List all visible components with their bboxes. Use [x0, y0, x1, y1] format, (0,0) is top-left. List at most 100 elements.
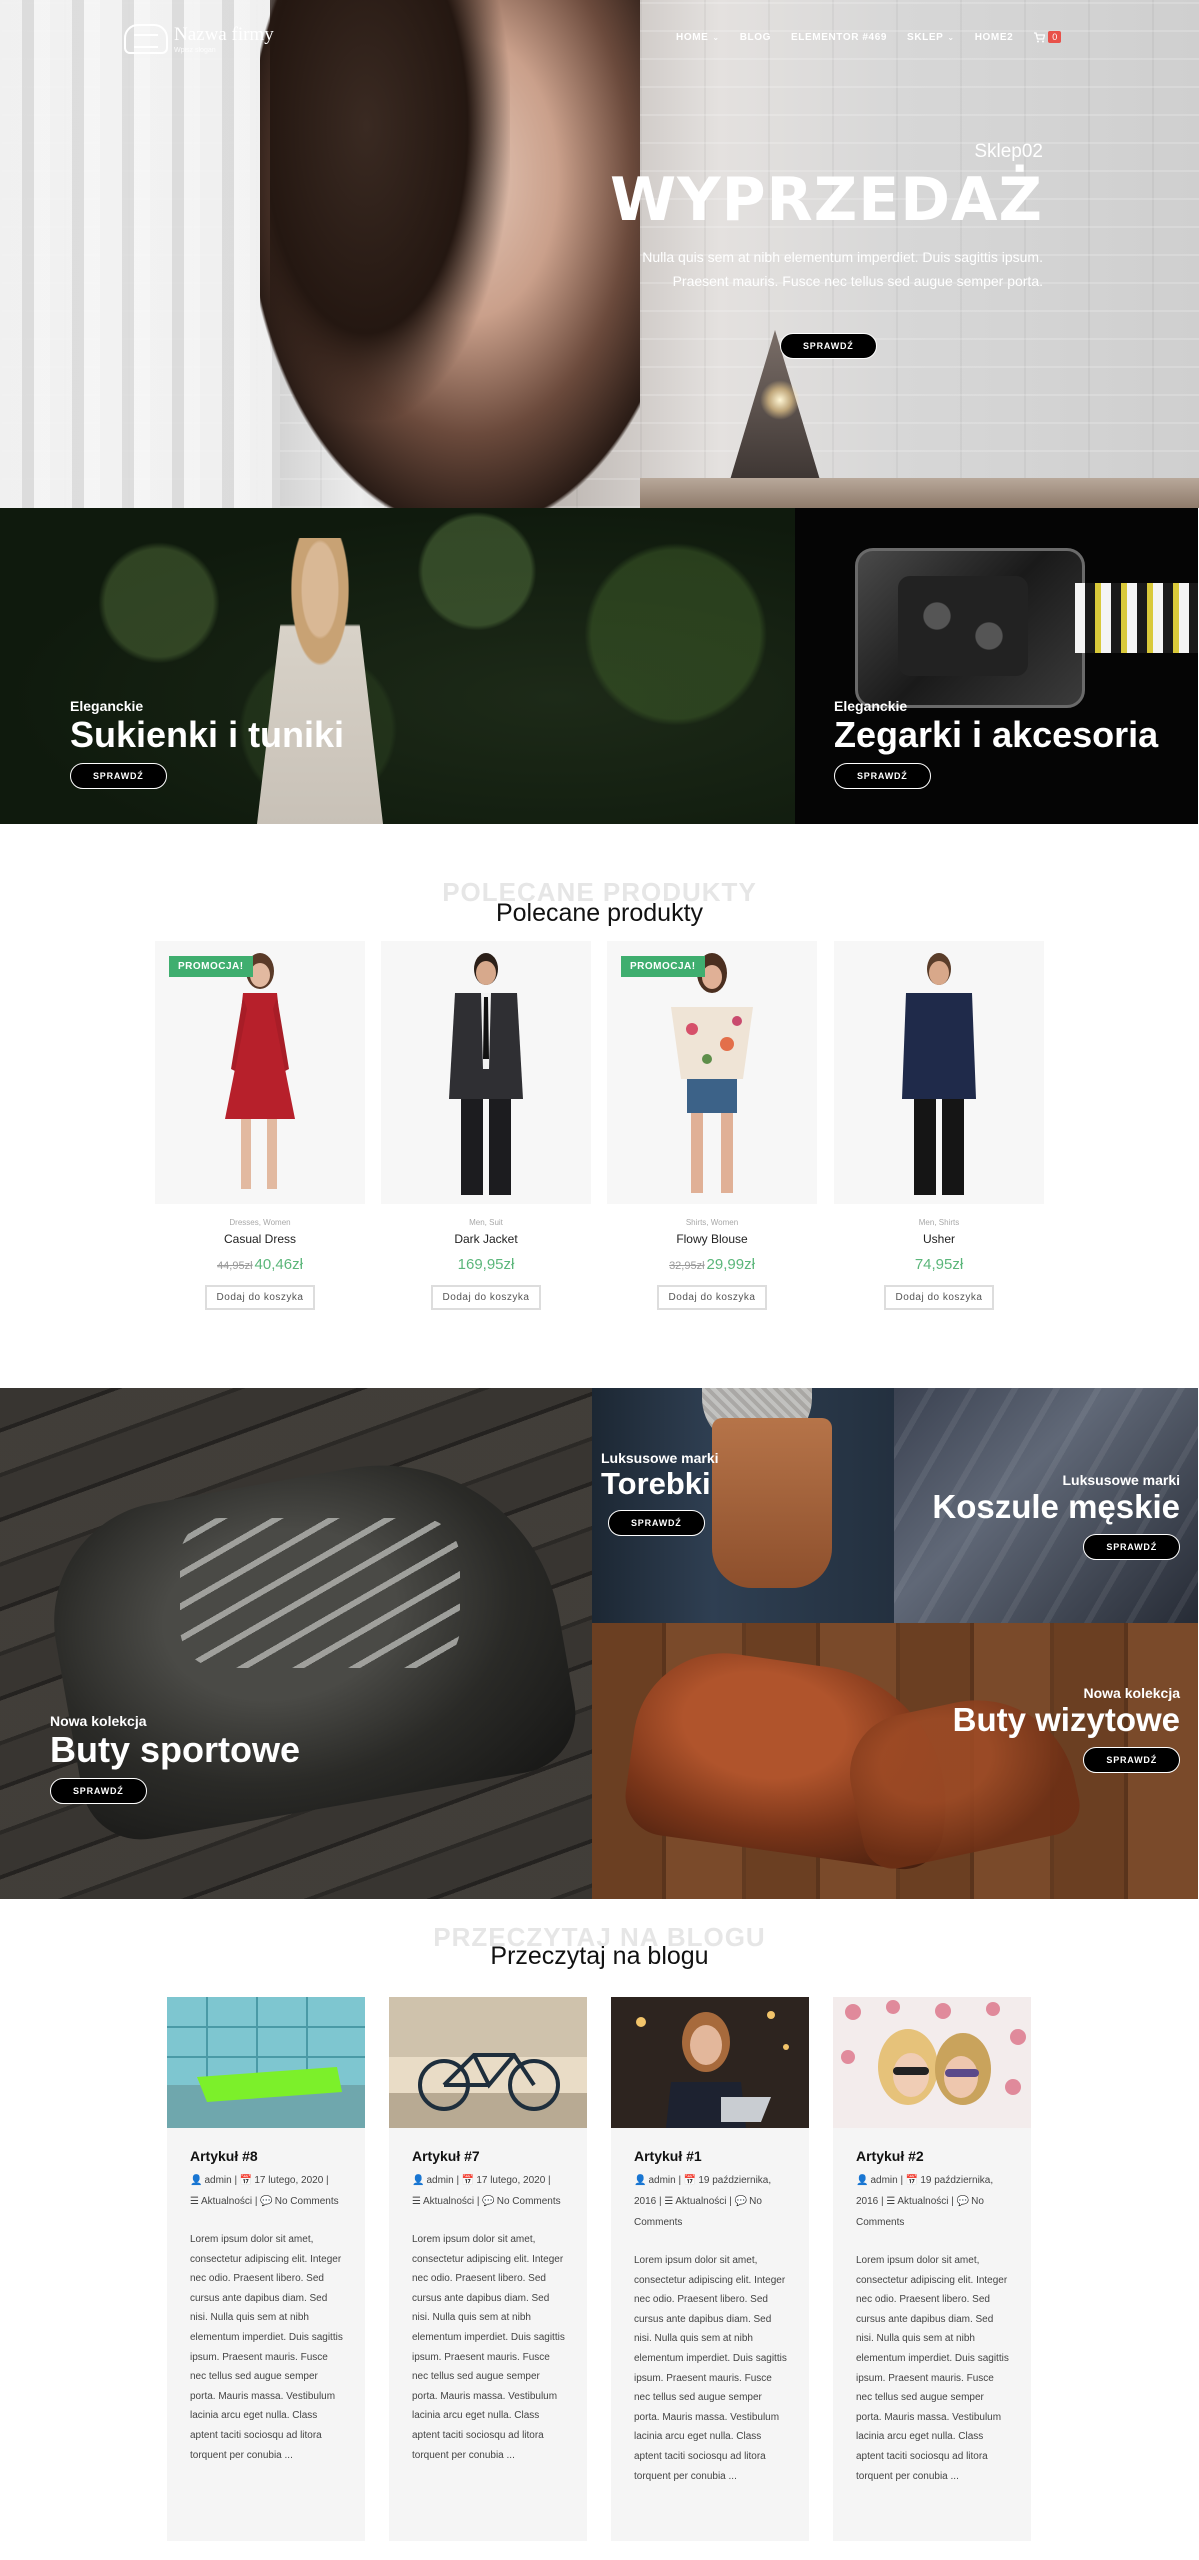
banner-button[interactable]: SPRAWDŹ [1083, 1746, 1180, 1773]
banner-button[interactable]: SPRAWDŹ [50, 1778, 147, 1805]
banner-bags[interactable]: Luksusowe marki Torebki SPRAWDŹ [592, 1388, 894, 1623]
green-bench-image [167, 1997, 365, 2128]
watch-strap-image [1075, 583, 1198, 653]
banner-caption: Nowa kolekcja Buty wizytowe SPRAWDŹ [953, 1685, 1180, 1773]
blog-post-card[interactable]: Artykuł #2 👤 admin | 📅 19 października, 20… [833, 1997, 1031, 2541]
banner-caption: Eleganckie Sukienki i tuniki SPRAWDŹ [70, 698, 345, 790]
post-comments[interactable]: No Comments [275, 2196, 339, 2207]
banner-shirts[interactable]: Luksusowe marki Koszule męskie SPRAWDŹ [894, 1388, 1198, 1623]
product-image[interactable] [381, 941, 591, 1204]
product-sale-price: 74,95zł [914, 1256, 964, 1273]
post-image[interactable] [167, 1997, 365, 2128]
woman-laptop-image [611, 1997, 809, 2128]
bicycle-image [389, 1997, 587, 2128]
product-image[interactable] [834, 941, 1044, 1204]
calendar-icon: 📅 [239, 2175, 253, 2186]
dark-jacket-image [449, 953, 523, 1195]
cart-count-badge: 0 [1048, 31, 1062, 43]
handbag-image [712, 1418, 832, 1588]
banner-subtitle: Eleganckie [70, 698, 144, 714]
product-price: 74,95zł [834, 1256, 1044, 1273]
nav-item-blog[interactable]: BLOG [740, 32, 771, 43]
post-category[interactable]: Aktualności [675, 2196, 726, 2207]
user-icon: 👤 [190, 2175, 203, 2186]
product-name[interactable]: Casual Dress [155, 1232, 365, 1246]
category-icon: ☰ [412, 2196, 421, 2207]
post-image[interactable] [389, 1997, 587, 2128]
banner-watches[interactable]: Eleganckie Zegarki i akcesoria SPRAWDŹ [795, 508, 1198, 824]
product-categories[interactable]: Shirts, Women [607, 1218, 817, 1227]
post-title[interactable]: Artykuł #7 [412, 2148, 565, 2164]
site-logo[interactable]: Nazwa firmy Wpisz slogan [124, 24, 274, 54]
banner-caption: Luksusowe marki Torebki SPRAWDŹ [601, 1450, 719, 1536]
post-category[interactable]: Aktualności [423, 2196, 474, 2207]
post-author[interactable]: admin [204, 2175, 231, 2186]
post-title[interactable]: Artykuł #8 [190, 2148, 343, 2164]
banner-caption: Nowa kolekcja Buty sportowe SPRAWDŹ [50, 1713, 300, 1805]
hero-lamp-glow [760, 380, 800, 420]
product-image[interactable]: PROMOCJA! [155, 941, 365, 1204]
product-categories[interactable]: Men, Shirts [834, 1218, 1044, 1227]
calendar-icon: 📅 [461, 2175, 475, 2186]
user-icon: 👤 [856, 2175, 869, 2186]
banner-sport-shoes[interactable]: Nowa kolekcja Buty sportowe SPRAWDŹ [0, 1388, 592, 1899]
post-title[interactable]: Artykuł #1 [634, 2148, 787, 2164]
post-image[interactable] [611, 1997, 809, 2128]
blog-post-card[interactable]: Artykuł #1 👤 admin | 📅 19 października, 20… [611, 1997, 809, 2541]
post-title[interactable]: Artykuł #2 [856, 2148, 1009, 2164]
product-categories[interactable]: Men, Suit [381, 1218, 591, 1227]
cart-button[interactable]: 0 [1033, 31, 1062, 43]
comment-icon: 💬 [734, 2196, 748, 2207]
nav-item-label: ELEMENTOR #469 [791, 31, 888, 43]
product-name[interactable]: Dark Jacket [381, 1232, 591, 1246]
product-name[interactable]: Usher [834, 1232, 1044, 1246]
nav-item-elementor[interactable]: ELEMENTOR #469 [791, 32, 887, 43]
banner-caption: Luksusowe marki Koszule męskie SPRAWDŹ [932, 1472, 1180, 1560]
add-to-cart-button[interactable]: Dodaj do koszyka [883, 1285, 995, 1310]
category-icon: ☰ [190, 2196, 199, 2207]
product-card[interactable]: Men, Shirts Usher 74,95zł Dodaj do koszy… [834, 941, 1044, 1310]
post-category[interactable]: Aktualności [897, 2196, 948, 2207]
blog-post-card[interactable]: Artykuł #8 👤 admin | 📅 17 lutego, 2020 | ☰… [167, 1997, 365, 2541]
product-sale-price: 29,99zł [706, 1256, 755, 1273]
product-name[interactable]: Flowy Blouse [607, 1232, 817, 1246]
banner-subtitle: Luksusowe marki [601, 1450, 719, 1466]
post-category[interactable]: Aktualności [201, 2196, 252, 2207]
product-sale-price: 169,95zł [457, 1256, 515, 1273]
banner-title: Sukienki i tuniki [70, 714, 345, 755]
category-icon: ☰ [664, 2196, 674, 2207]
banner-button[interactable]: SPRAWDŹ [834, 763, 931, 790]
product-image[interactable]: PROMOCJA! [607, 941, 817, 1204]
product-card[interactable]: PROMOCJA! Shirts, Women Flowy Blouse 32,… [607, 941, 817, 1310]
hero-cta-button[interactable]: SPRAWDŹ [780, 333, 877, 359]
post-comments[interactable]: No Comments [497, 2196, 561, 2207]
blog-post-card[interactable]: Artykuł #7 👤 admin | 📅 17 lutego, 2020 | ☰… [389, 1997, 587, 2541]
product-old-price: 32,95zł [669, 1260, 705, 1272]
post-author[interactable]: admin [648, 2175, 675, 2186]
banner-button[interactable]: SPRAWDŹ [70, 763, 167, 790]
product-card[interactable]: Men, Suit Dark Jacket 169,95zł Dodaj do … [381, 941, 591, 1310]
post-author[interactable]: admin [426, 2175, 453, 2186]
hero-model-hair [270, 0, 510, 420]
post-author[interactable]: admin [870, 2175, 897, 2186]
calendar-icon: 📅 [683, 2175, 697, 2186]
nav-item-home2[interactable]: HOME2 [975, 32, 1014, 43]
add-to-cart-button[interactable]: Dodaj do koszyka [430, 1285, 542, 1310]
banner-dress-shoes[interactable]: Nowa kolekcja Buty wizytowe SPRAWDŹ [592, 1623, 1198, 1899]
product-price: 169,95zł [381, 1256, 591, 1273]
add-to-cart-button[interactable]: Dodaj do koszyka [656, 1285, 768, 1310]
product-card[interactable]: PROMOCJA! Dresses, Women Casual Dress 44… [155, 941, 365, 1310]
nav-item-home[interactable]: HOME ⌄ [676, 32, 720, 43]
banner-subtitle: Nowa kolekcja [1083, 1685, 1181, 1701]
nav-item-sklep[interactable]: SKLEP ⌄ [907, 32, 955, 43]
banner-dresses[interactable]: Eleganckie Sukienki i tuniki SPRAWDŹ [0, 508, 795, 824]
product-categories[interactable]: Dresses, Women [155, 1218, 365, 1227]
hero-description: Nulla quis sem at nibh elementum imperdi… [642, 249, 1043, 289]
user-icon: 👤 [412, 2175, 425, 2186]
post-image[interactable] [833, 1997, 1031, 2128]
logo-tagline: Wpisz slogan [174, 46, 216, 54]
banner-button[interactable]: SPRAWDŹ [1083, 1533, 1180, 1560]
add-to-cart-button[interactable]: Dodaj do koszyka [204, 1285, 316, 1310]
post-meta: 👤 admin | 📅 17 lutego, 2020 | ☰ Aktualności… [190, 2175, 339, 2207]
banner-button[interactable]: SPRAWDŹ [608, 1509, 705, 1536]
